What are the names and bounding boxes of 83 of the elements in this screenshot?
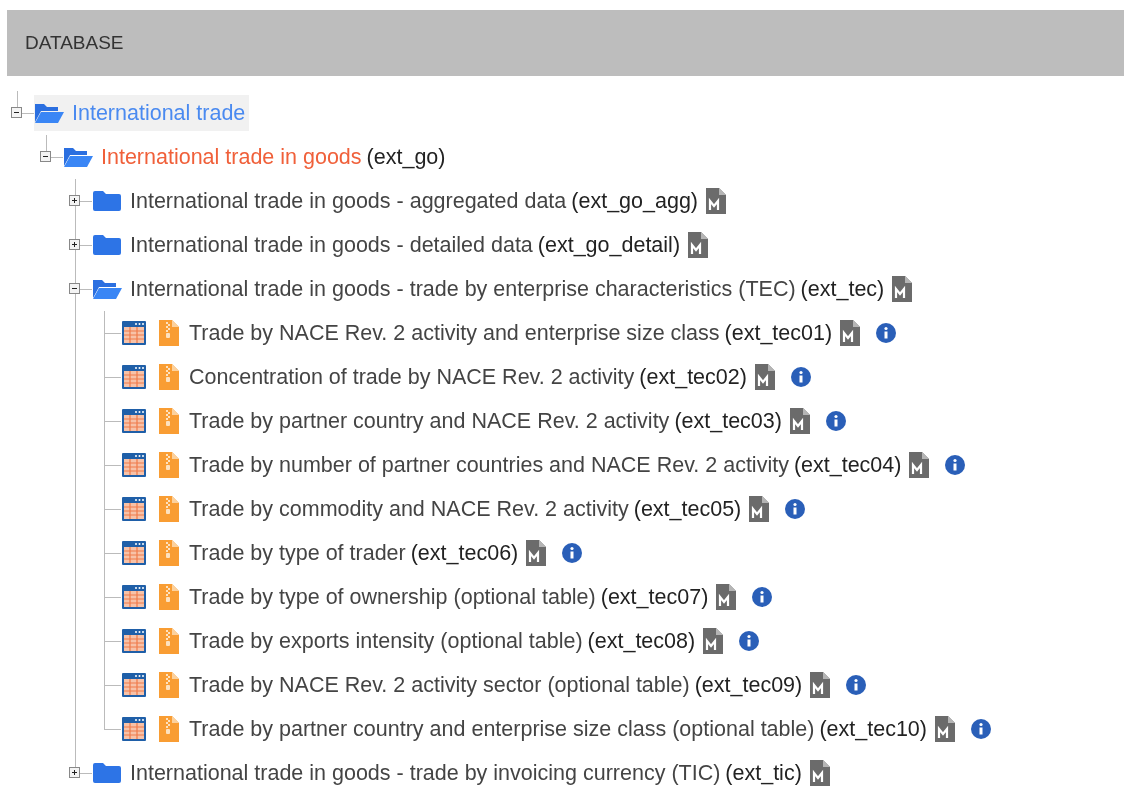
header-title: DATABASE — [25, 32, 124, 54]
info-icon[interactable] — [876, 323, 897, 343]
zip-file-icon — [159, 584, 179, 610]
dataset-code: (ext_go) — [366, 144, 446, 170]
tree-item-label[interactable]: Trade by NACE Rev. 2 activity sector (optional table) — [189, 672, 690, 698]
document-icon[interactable] — [809, 760, 830, 786]
table-icon — [121, 408, 147, 434]
info-icon[interactable] — [945, 455, 966, 475]
dataset-code: (ext_tec01) — [724, 320, 833, 346]
document-icon[interactable] — [892, 276, 913, 302]
document-icon[interactable] — [716, 584, 737, 610]
info-icon[interactable] — [562, 543, 583, 563]
dataset-code: (ext_tec07) — [600, 584, 709, 610]
dataset-code: (ext_go_detail) — [537, 232, 681, 258]
dataset-code: (ext_tec05) — [633, 496, 742, 522]
dataset-code: (ext_tec03) — [674, 408, 782, 434]
zip-file-icon — [159, 628, 179, 654]
document-icon[interactable] — [789, 408, 810, 434]
info-icon[interactable] — [846, 675, 867, 695]
table-icon — [121, 320, 147, 346]
document-icon[interactable] — [703, 628, 724, 654]
zip-file-icon — [159, 452, 179, 478]
zip-file-icon — [159, 408, 179, 434]
table-icon — [121, 628, 147, 654]
info-icon[interactable] — [790, 367, 811, 387]
folder-icon — [92, 761, 122, 785]
tree-item-label[interactable]: International trade in goods - trade by enterprise characteristics (TEC) — [130, 276, 796, 302]
table-icon — [121, 364, 147, 390]
dataset-code: (ext_tec08) — [587, 628, 696, 654]
dataset-code: (ext_tec04) — [793, 452, 902, 478]
info-icon[interactable] — [825, 411, 846, 431]
document-icon[interactable] — [754, 364, 775, 390]
table-icon — [121, 452, 147, 478]
zip-file-icon — [159, 364, 179, 390]
tree-item-label[interactable]: Trade by partner country and NACE Rev. 2 activity — [189, 408, 670, 434]
expand-button[interactable] — [69, 767, 80, 778]
tree-item-label[interactable]: International trade in goods - trade by invoicing currency (TIC) — [130, 760, 721, 786]
document-icon[interactable] — [526, 540, 547, 566]
info-icon[interactable] — [752, 587, 773, 607]
collapse-button[interactable] — [40, 151, 51, 162]
tree-item-label[interactable]: International trade in goods - detailed data — [130, 232, 533, 258]
dataset-code: (ext_tec06) — [410, 540, 519, 566]
tree-item-label[interactable]: Concentration of trade by NACE Rev. 2 activity — [189, 364, 635, 390]
dataset-code: (ext_go_agg) — [571, 188, 698, 214]
tree-item-label[interactable]: Trade by exports intensity (optional table) — [189, 628, 583, 654]
info-icon[interactable] — [739, 631, 760, 651]
table-icon — [121, 672, 147, 698]
zip-file-icon — [159, 716, 179, 742]
document-icon[interactable] — [909, 452, 930, 478]
dataset-code: (ext_tec02) — [639, 364, 747, 390]
table-icon — [121, 716, 147, 742]
folder-icon — [92, 189, 122, 213]
dataset-code: (ext_tec10) — [819, 716, 927, 742]
folder-icon — [92, 233, 122, 257]
table-icon — [121, 540, 147, 566]
tree-item-label[interactable]: International trade in goods - aggregated data — [130, 188, 567, 214]
tree-item-label[interactable]: Trade by commodity and NACE Rev. 2 activity — [189, 496, 629, 522]
collapse-button[interactable] — [11, 107, 22, 118]
dataset-code: (ext_tec09) — [694, 672, 803, 698]
info-icon[interactable] — [971, 719, 991, 739]
zip-file-icon — [159, 496, 179, 522]
document-icon[interactable] — [840, 320, 861, 346]
dataset-code: (ext_tec) — [800, 276, 885, 302]
expand-button[interactable] — [69, 195, 80, 206]
zip-file-icon — [159, 672, 179, 698]
document-icon[interactable] — [749, 496, 770, 522]
document-icon[interactable] — [810, 672, 831, 698]
collapse-button[interactable] — [69, 283, 80, 294]
document-icon[interactable] — [688, 232, 709, 258]
tree-item-label[interactable]: Trade by NACE Rev. 2 activity and enterprise size class — [189, 320, 720, 346]
tree-item-label[interactable]: Trade by type of trader — [189, 540, 406, 566]
table-icon — [121, 584, 147, 610]
tree-item-label[interactable]: Trade by number of partner countries and NACE Rev. 2 activity — [189, 452, 789, 478]
document-icon[interactable] — [935, 716, 955, 742]
tree-item-label[interactable]: Trade by type of ownership (optional table) — [189, 584, 596, 610]
table-icon — [121, 496, 147, 522]
tree-item-label[interactable]: Trade by partner country and enterprise size class (optional table) — [189, 716, 815, 742]
zip-file-icon — [159, 540, 179, 566]
info-icon[interactable] — [785, 499, 806, 519]
dataset-code: (ext_tic) — [725, 760, 802, 786]
expand-button[interactable] — [69, 239, 80, 250]
zip-file-icon — [159, 320, 179, 346]
document-icon[interactable] — [706, 188, 726, 214]
